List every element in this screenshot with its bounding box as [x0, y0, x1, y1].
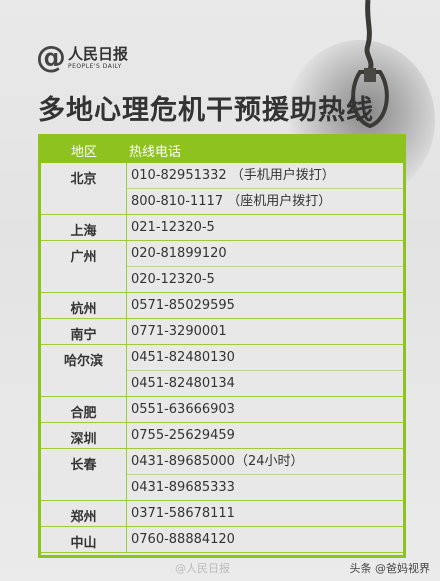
header-phone: 热线电话	[129, 144, 182, 160]
city-cell: 哈尔滨	[41, 345, 127, 396]
city-cell: 南宁	[41, 319, 127, 344]
table-row: 合肥 0551-63666903	[41, 397, 403, 423]
watermark: @人民日报	[175, 562, 230, 575]
page-title: 多地心理危机干预援助热线	[38, 95, 374, 126]
phone-list: 0371-58678111	[127, 501, 403, 526]
city-cell: 合肥	[41, 397, 127, 422]
logo-name-en: PEOPLE'S DAILY	[68, 63, 122, 70]
table-row: 哈尔滨 0451-82480130 0451-82480134	[41, 345, 403, 397]
phone-number: 0451-82480130	[131, 350, 235, 365]
phone-list: 020-81899120 020-12320-5	[127, 241, 403, 292]
phone-number: 0451-82480134	[127, 370, 403, 396]
logo-at-symbol: @	[36, 40, 66, 75]
table-row: 长春 0431-89685000（24小时） 0431-89685333	[41, 449, 403, 501]
phone-list: 010-82951332 （手机用户拨打） 800-810-1117 （座机用户拨…	[127, 163, 403, 214]
table-row: 广州 020-81899120 020-12320-5	[41, 241, 403, 293]
phone-number: 010-82951332 （手机用户拨打）	[131, 168, 335, 183]
table-row: 郑州 0371-58678111	[41, 501, 403, 527]
logo-name-cn: 人民日报	[68, 45, 129, 63]
table-row: 中山 0760-88884120	[41, 527, 403, 553]
table-row: 北京 010-82951332 （手机用户拨打） 800-810-1117 （座机用…	[41, 163, 403, 215]
city-cell: 深圳	[41, 423, 127, 448]
phone-list: 0431-89685000（24小时） 0431-89685333	[127, 449, 403, 500]
table-row: 上海 021-12320-5	[41, 215, 403, 241]
city-cell: 郑州	[41, 501, 127, 526]
phone-number: 0431-89685000（24小时）	[131, 454, 304, 469]
city-cell: 上海	[41, 215, 127, 240]
corner-credit: 头条 @爸妈视界	[349, 562, 431, 575]
phone-number: 0755-25629459	[131, 428, 235, 443]
table-row: 深圳 0755-25629459	[41, 423, 403, 449]
table-row: 南宁 0771-3290001	[41, 319, 403, 345]
phone-number: 0431-89685333	[127, 474, 403, 500]
phone-number: 0571-85029595	[131, 298, 235, 313]
table-header: 地区 热线电话	[41, 137, 403, 163]
table-row: 杭州 0571-85029595	[41, 293, 403, 319]
city-cell: 广州	[41, 241, 127, 292]
phone-list: 0451-82480130 0451-82480134	[127, 345, 403, 396]
phone-number: 0551-63666903	[131, 402, 235, 417]
phone-list: 0771-3290001	[127, 319, 403, 344]
phone-number: 020-12320-5	[127, 266, 403, 292]
phone-list: 0571-85029595	[127, 293, 403, 318]
city-cell: 北京	[41, 163, 127, 214]
phone-list: 0551-63666903	[127, 397, 403, 422]
phone-number: 0771-3290001	[131, 324, 227, 339]
phone-number: 0371-58678111	[131, 506, 235, 521]
phone-number: 021-12320-5	[131, 220, 215, 235]
city-cell: 杭州	[41, 293, 127, 318]
phone-list: 0755-25629459	[127, 423, 403, 448]
table-body: 北京 010-82951332 （手机用户拨打） 800-810-1117 （座机用…	[41, 163, 403, 553]
people-daily-logo: @ 人民日报 PEOPLE'S DAILY	[36, 38, 128, 78]
phone-number: 020-81899120	[131, 246, 227, 261]
phone-number: 0760-88884120	[131, 532, 235, 547]
phone-number: 800-810-1117 （座机用户拨打）	[127, 188, 403, 214]
header-city: 地区	[70, 144, 97, 160]
city-cell: 中山	[41, 527, 127, 552]
phone-list: 021-12320-5	[127, 215, 403, 240]
city-cell: 长春	[41, 449, 127, 500]
phone-list: 0760-88884120	[127, 527, 403, 552]
hotline-table: 地区 热线电话 北京 010-82951332 （手机用户拨打） 800-810-1…	[38, 134, 406, 558]
